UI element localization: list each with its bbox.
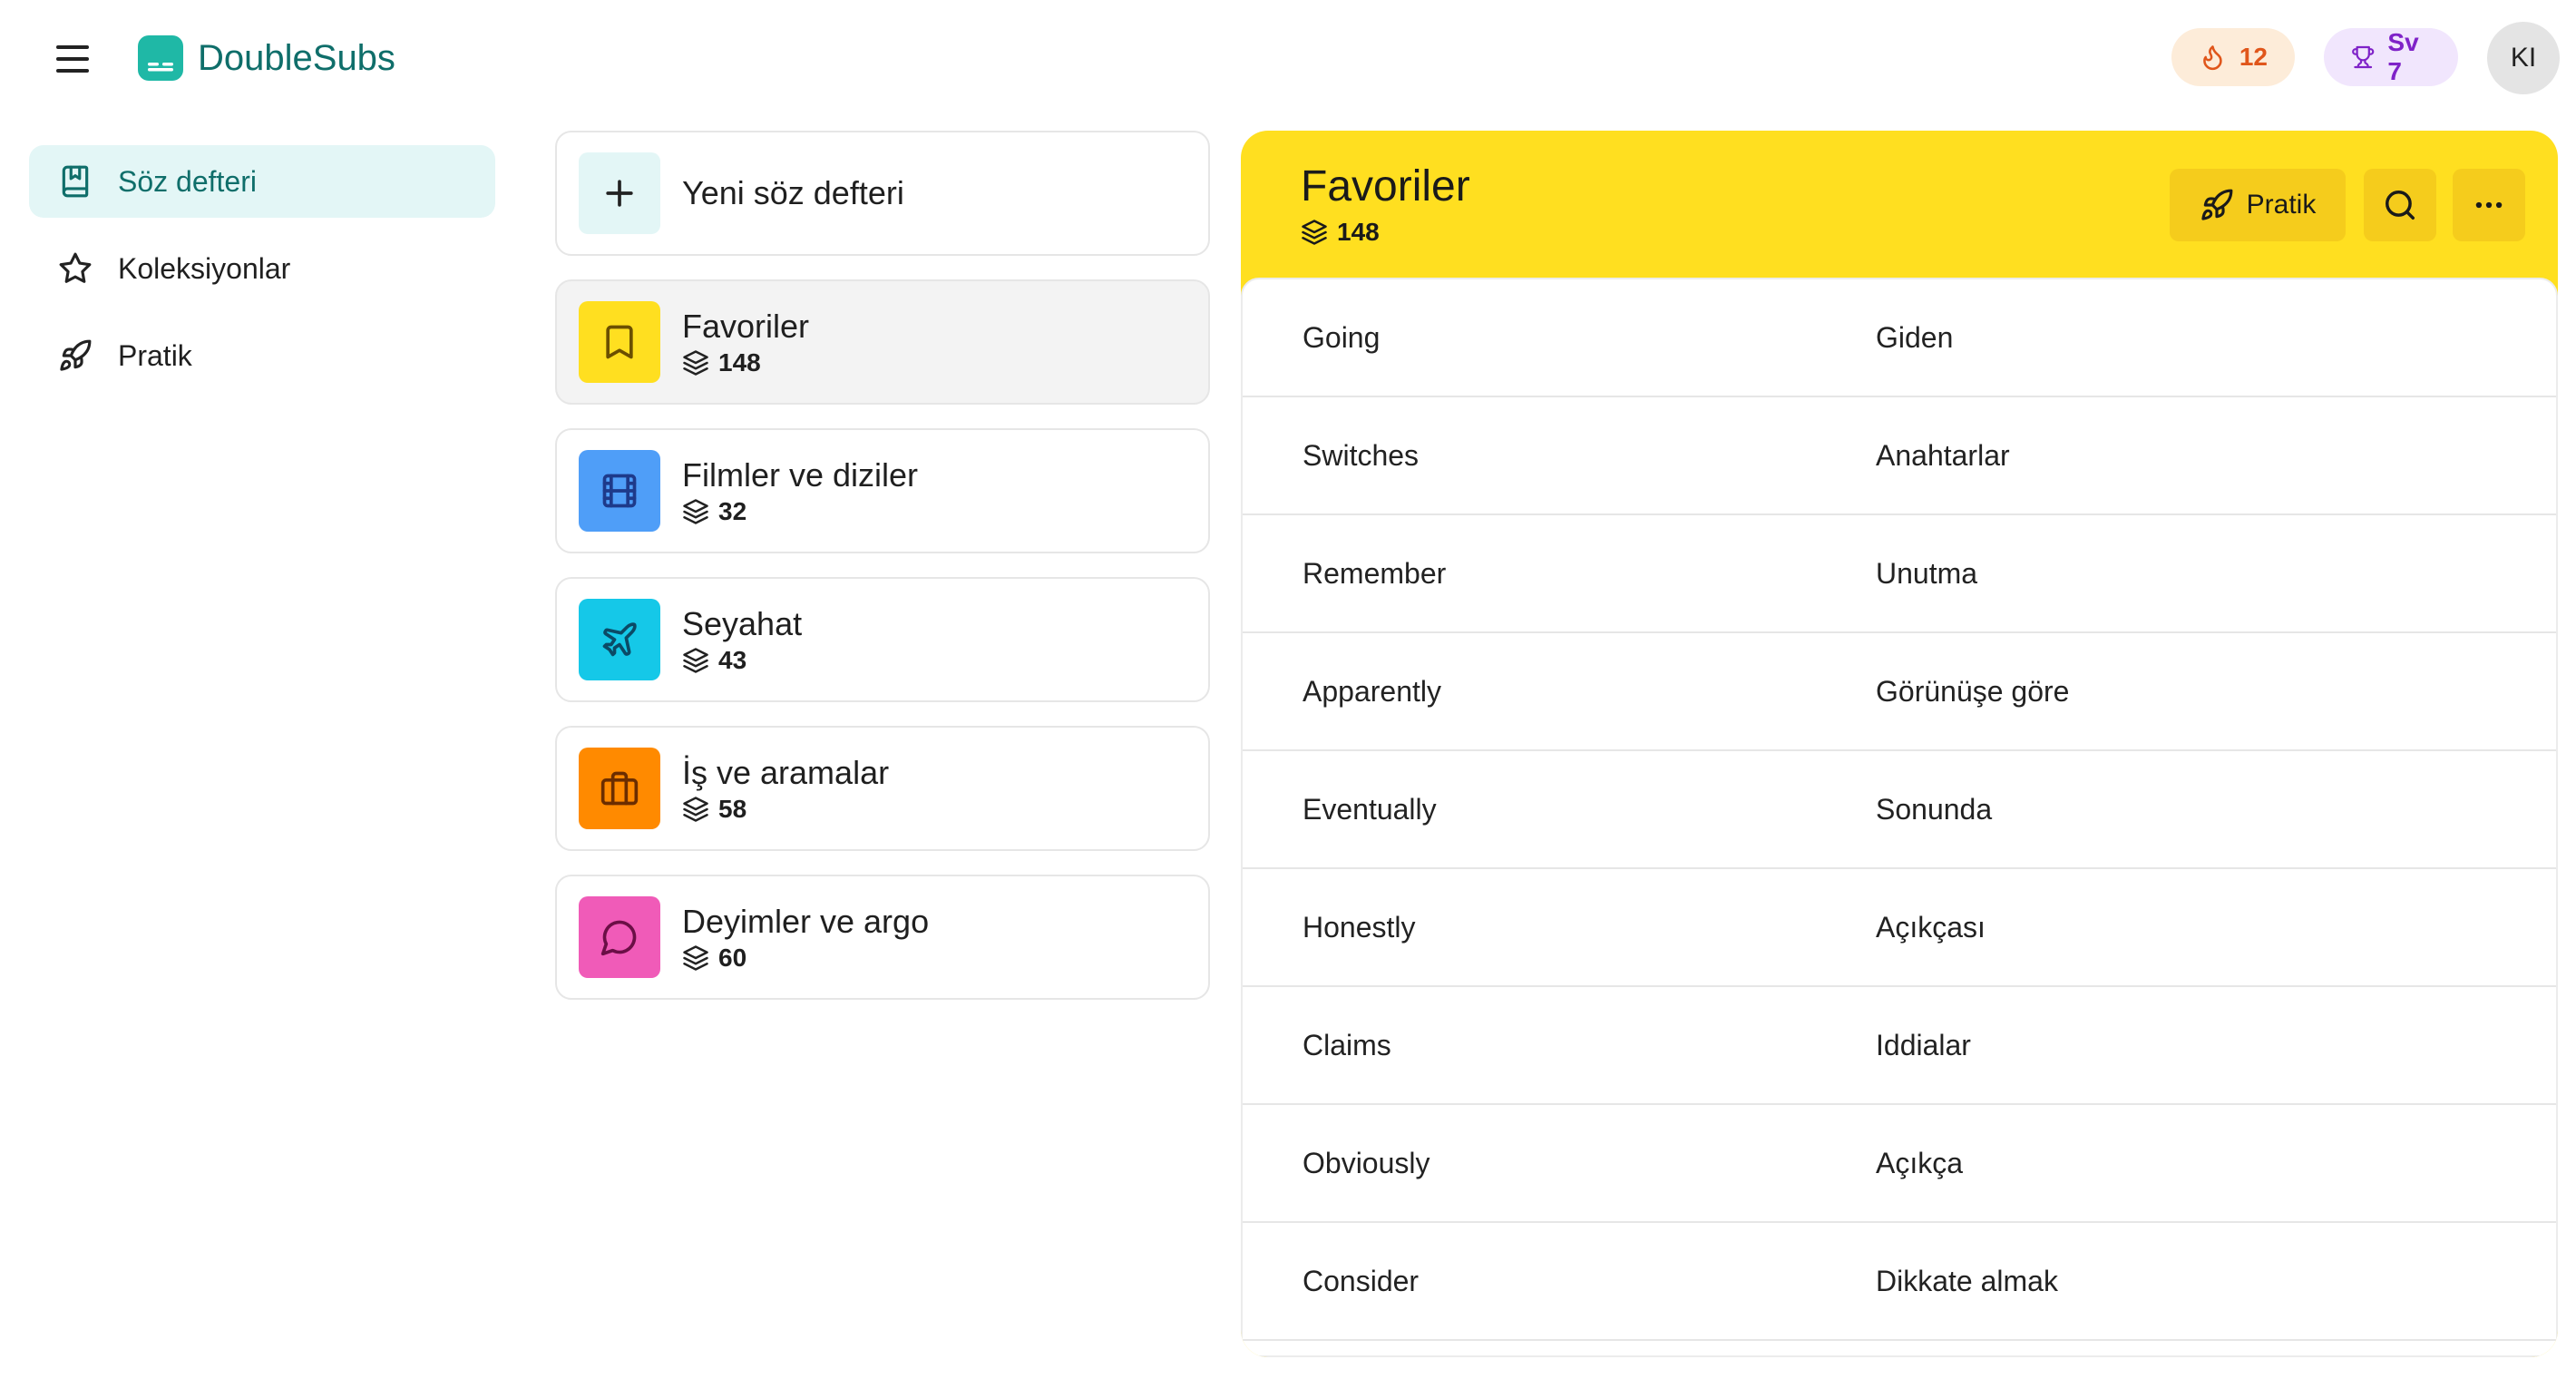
word-text: Claims — [1303, 1029, 1391, 1061]
notebook-title: Filmler ve diziler — [682, 456, 919, 494]
level-label: Sv 7 — [2387, 28, 2419, 85]
sidebar-item-koleksiyonlar[interactable]: Koleksiyonlar — [29, 232, 495, 305]
word-translation: Anahtarlar — [1876, 439, 2010, 472]
brand-logo — [138, 35, 183, 81]
notebook-card-seyahat[interactable]: Seyahat 43 — [555, 577, 1210, 702]
film-icon — [579, 450, 660, 532]
layers-icon — [683, 350, 708, 376]
notebook-count: 148 — [718, 348, 761, 377]
layers-icon — [683, 648, 708, 673]
new-notebook-button[interactable]: Yeni söz defteri — [555, 131, 1210, 256]
word-translation: Açıkçası — [1876, 911, 1986, 944]
notebook-title: Seyahat — [682, 605, 803, 642]
word-row[interactable]: Going Giden — [1243, 279, 2556, 397]
bookmark-icon — [579, 301, 660, 383]
panel-title: Favoriler — [1301, 162, 1470, 210]
panel-count: 148 — [1301, 218, 1380, 247]
notebook-count: 43 — [718, 646, 747, 674]
word-translation: Iddialar — [1876, 1029, 1971, 1061]
trophy-icon — [2352, 45, 2375, 69]
word-translation: Görünüşe göre — [1876, 675, 2070, 708]
practice-button[interactable]: Pratik — [2170, 169, 2346, 241]
word-translation: Dikkate almak — [1876, 1265, 2058, 1297]
notebook-title: Favoriler — [682, 308, 810, 345]
notebook-count: 32 — [718, 497, 747, 525]
sidebar-item-soz-defteri[interactable]: Söz defteri — [29, 145, 495, 218]
search-icon — [2386, 191, 2415, 220]
notebook-count: 60 — [718, 944, 747, 972]
word-row[interactable]: Apparently Görünüşe göre — [1243, 633, 2556, 751]
more-icon — [2475, 201, 2503, 209]
word-text: Apparently — [1303, 675, 1441, 708]
panel-count-value: 148 — [1337, 218, 1380, 246]
chat-bubble-icon — [579, 896, 660, 978]
sidebar-item-label: Koleksiyonlar — [118, 251, 291, 285]
word-text: Honestly — [1303, 911, 1416, 944]
word-row[interactable]: Obviously Açıkça — [1243, 1105, 2556, 1223]
sidebar-item-label: Pratik — [118, 338, 192, 372]
word-list: Going Giden Switches Anahtarlar Remember Un… — [1241, 278, 2558, 1357]
brand-name[interactable]: DoubleSubs — [198, 34, 395, 82]
word-row[interactable]: Claims Iddialar — [1243, 987, 2556, 1105]
notebook-title: İş ve aramalar — [682, 754, 890, 791]
word-translation: Açıkça — [1876, 1147, 1964, 1179]
sidebar-item-label: Söz defteri — [118, 164, 257, 198]
streak-badge[interactable]: 12 — [2171, 28, 2295, 86]
briefcase-icon — [579, 748, 660, 829]
plus-icon — [579, 152, 660, 234]
notebook-title: Deyimler ve argo — [682, 903, 930, 940]
word-row[interactable]: Remember Unutma — [1243, 515, 2556, 633]
word-row[interactable]: Consider Dikkate almak — [1243, 1223, 2556, 1341]
word-text: Remember — [1303, 557, 1447, 590]
search-button[interactable] — [2364, 169, 2436, 241]
word-row[interactable]: Switches Anahtarlar — [1243, 397, 2556, 515]
more-options-button[interactable] — [2453, 169, 2525, 241]
word-translation: Sonunda — [1876, 793, 1993, 826]
word-text: Going — [1303, 321, 1381, 354]
rocket-icon — [2201, 189, 2233, 220]
notebook-detail-panel: Favoriler 148 Pratik Going Giden Switches… — [1241, 131, 2558, 1357]
star-icon — [59, 252, 92, 283]
word-translation: Giden — [1876, 321, 1954, 354]
level-badge[interactable]: Sv 7 — [2324, 28, 2458, 86]
flame-icon — [2203, 45, 2222, 71]
word-text: Switches — [1303, 439, 1420, 472]
practice-button-label: Pratik — [2246, 190, 2317, 220]
avatar[interactable]: KI — [2487, 22, 2560, 94]
layers-icon — [1302, 220, 1327, 245]
menu-icon[interactable] — [56, 45, 89, 73]
notebook-card-deyimler[interactable]: Deyimler ve argo 60 — [555, 875, 1210, 1000]
notebook-card-is-ve-aramalar[interactable]: İş ve aramalar 58 — [555, 726, 1210, 851]
streak-count: 12 — [2239, 43, 2268, 71]
layers-icon — [683, 499, 708, 524]
word-row[interactable]: Eventually Sonunda — [1243, 751, 2556, 869]
sidebar-item-pratik[interactable]: Pratik — [29, 319, 495, 392]
new-notebook-label: Yeni söz defteri — [682, 174, 904, 211]
word-text: Consider — [1303, 1265, 1420, 1297]
plane-icon — [579, 599, 660, 680]
notebook-count: 58 — [718, 795, 747, 823]
notebook-card-filmler[interactable]: Filmler ve diziler 32 — [555, 428, 1210, 553]
layers-icon — [683, 797, 708, 822]
word-text: Eventually — [1303, 793, 1437, 826]
layers-icon — [683, 945, 708, 971]
word-row[interactable]: Honestly Açıkçası — [1243, 869, 2556, 987]
notebook-card-favoriler[interactable]: Favoriler 148 — [555, 279, 1210, 405]
rocket-icon — [60, 339, 92, 371]
notebook-icon — [62, 165, 89, 198]
word-translation: Unutma — [1876, 557, 1978, 590]
word-text: Obviously — [1303, 1147, 1430, 1179]
